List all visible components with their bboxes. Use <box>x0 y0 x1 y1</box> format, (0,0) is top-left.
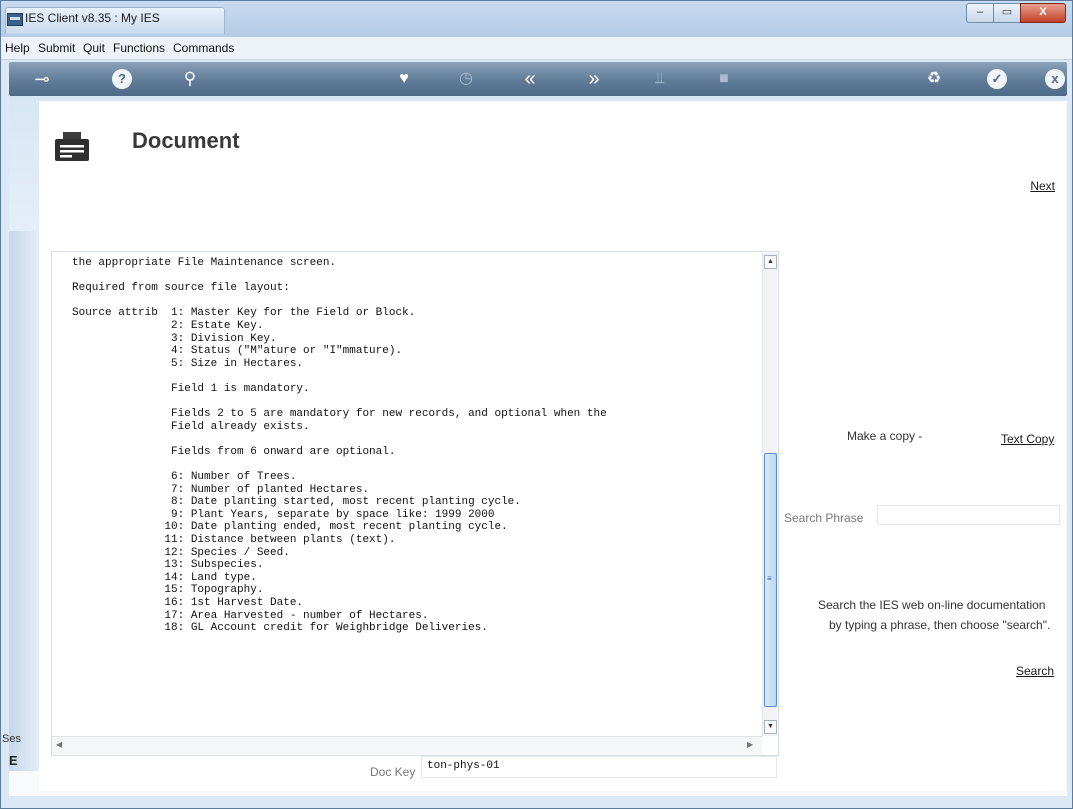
search-link[interactable]: Search <box>1016 664 1054 678</box>
window-title: IES Client v8.35 : My IES <box>25 11 160 25</box>
document-line: Fields from 6 onward are optional. <box>72 445 396 458</box>
menu-help[interactable]: Help <box>5 41 30 55</box>
close-icon[interactable]: x <box>1045 69 1065 89</box>
page-title: Document <box>132 128 240 153</box>
check-icon[interactable]: ✓ <box>987 69 1007 89</box>
key-icon[interactable]: ⊸ <box>31 68 53 90</box>
app-icon <box>7 13 23 26</box>
document-line: 12: Species / Seed. <box>72 546 290 559</box>
search-phrase-input[interactable] <box>877 505 1060 525</box>
document-line: 5: Size in Hectares. <box>72 357 304 370</box>
document-line: 3: Division Key. <box>72 332 277 345</box>
document-line: Field already exists. <box>72 420 310 433</box>
heart-icon[interactable]: ♥ <box>393 68 415 90</box>
text-copy-link[interactable]: Text Copy <box>1001 432 1054 446</box>
menu-bar: Help Submit Quit Functions Commands <box>1 37 1072 60</box>
document-text-area[interactable]: the appropriate File Maintenance screen.… <box>51 251 779 756</box>
menu-functions[interactable]: Functions <box>113 41 165 55</box>
document-line: 2: Estate Key. <box>72 319 264 332</box>
app-window: IES Client v8.35 : My IES – ▭ X Help Sub… <box>0 0 1073 809</box>
stop-icon[interactable]: ■ <box>713 68 735 90</box>
search-icon[interactable]: ⚲ <box>179 68 201 90</box>
document-line: the appropriate File Maintenance screen. <box>72 257 337 269</box>
document-text: the appropriate File Maintenance screen.… <box>72 257 760 635</box>
document-line: 17: Area Harvested - number of Hectares. <box>72 609 429 622</box>
document-line: Required from source file layout: <box>72 282 290 295</box>
next-link[interactable]: Next <box>1030 179 1055 193</box>
search-help-line-2: by typing a phrase, then choose "search"… <box>829 618 1051 632</box>
clock-icon[interactable]: ◷ <box>455 68 477 90</box>
document-line: 8: Date planting started, most recent pl… <box>72 496 521 509</box>
document-line: 13: Subspecies. <box>72 559 264 572</box>
recycle-icon[interactable]: ♻ <box>923 68 945 90</box>
document-line: 14: Land type. <box>72 571 257 584</box>
toolbar: ⊸ ? ⚲ ♥ ◷ « » ⫫ ■ ♻ ✓ x <box>9 62 1067 96</box>
session-label: Ses <box>2 733 21 745</box>
document-line: Fields 2 to 5 are mandatory for new reco… <box>72 408 607 421</box>
scroll-down-arrow-icon[interactable]: ▼ <box>764 720 777 734</box>
tree-icon[interactable]: ⫫ <box>649 68 671 90</box>
document-line: 15: Topography. <box>72 584 264 597</box>
scroll-up-arrow-icon[interactable]: ▲ <box>764 255 777 269</box>
doc-key-label: Doc Key <box>370 765 416 779</box>
document-line: 10: Date planting ended, most recent pla… <box>72 521 508 534</box>
search-phrase-label: Search Phrase <box>784 511 864 525</box>
title-bar: IES Client v8.35 : My IES – ▭ X <box>1 1 1072 37</box>
back-icon[interactable]: « <box>519 68 541 90</box>
search-help-line-1: Search the IES web on-line documentation <box>818 598 1046 612</box>
document-line: 9: Plant Years, separate by space like: … <box>72 508 495 521</box>
help-icon[interactable]: ? <box>112 69 132 89</box>
grip-icon: ≡ <box>767 574 772 583</box>
document-line: Field 1 is mandatory. <box>72 382 310 395</box>
horizontal-scrollbar[interactable]: ◀ ▶ <box>52 736 762 754</box>
document-line: 6: Number of Trees. <box>72 471 297 484</box>
vertical-scroll-thumb[interactable]: ≡ <box>764 453 777 707</box>
minimize-button[interactable]: – <box>966 3 994 23</box>
close-window-button[interactable]: X <box>1020 3 1066 23</box>
doc-key-field[interactable]: ton-phys-01 <box>421 756 777 778</box>
document-line: 7: Number of planted Hectares. <box>72 483 370 496</box>
scroll-left-arrow-icon[interactable]: ◀ <box>56 740 62 749</box>
document-line: 16: 1st Harvest Date. <box>72 597 304 610</box>
vertical-scrollbar[interactable]: ▲ ≡ ▼ <box>762 253 777 736</box>
window-controls: – ▭ X <box>966 3 1066 23</box>
session-sub-label: E <box>9 753 18 768</box>
menu-commands[interactable]: Commands <box>173 41 234 55</box>
document-line: 11: Distance between plants (text). <box>72 534 396 547</box>
document-line: Source attrib 1: Master Key for the Fiel… <box>72 307 416 320</box>
document-line: 18: GL Account credit for Weighbridge De… <box>72 622 488 635</box>
make-copy-label: Make a copy - <box>847 429 923 443</box>
document-line: 4: Status ("M"ature or "I"mmature). <box>72 345 403 358</box>
menu-submit[interactable]: Submit <box>38 41 75 55</box>
menu-quit[interactable]: Quit <box>83 41 105 55</box>
document-icon <box>55 132 89 161</box>
forward-icon[interactable]: » <box>583 68 605 90</box>
maximize-button[interactable]: ▭ <box>993 3 1021 23</box>
status-bar <box>1 796 1072 808</box>
left-strip <box>9 231 39 771</box>
scroll-right-arrow-icon[interactable]: ▶ <box>747 740 753 749</box>
